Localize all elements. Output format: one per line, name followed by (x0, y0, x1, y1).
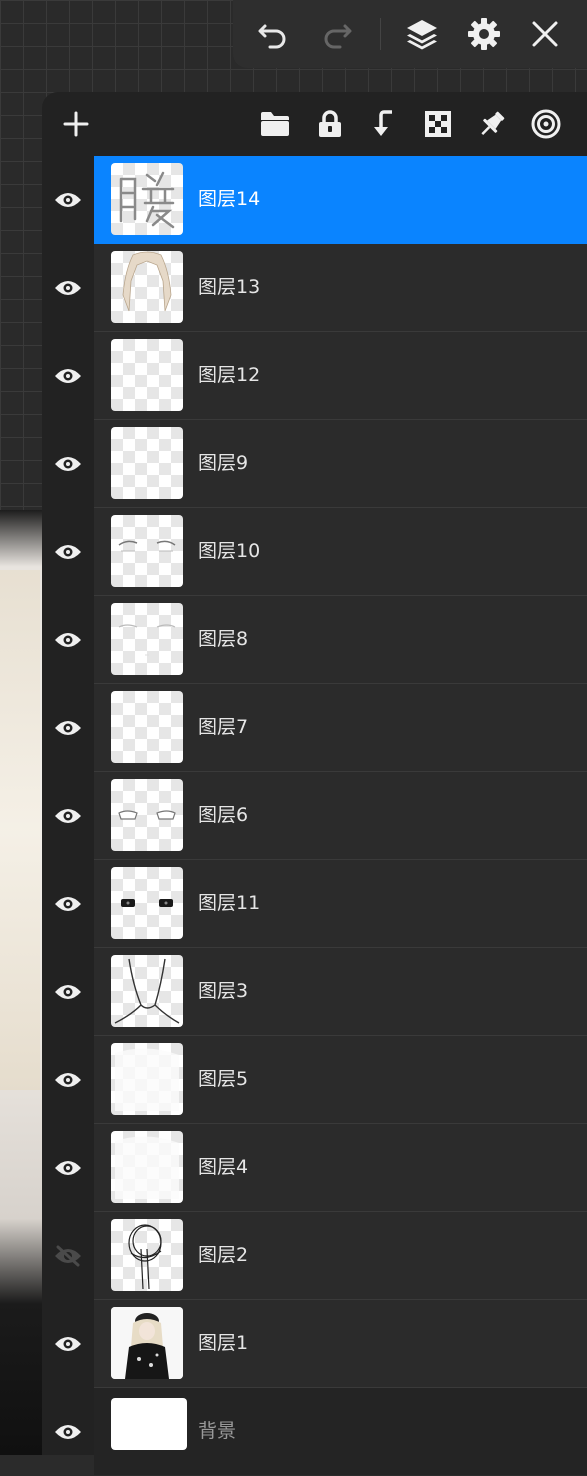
layer-row[interactable]: 图层6 (42, 772, 587, 860)
eye-icon[interactable] (42, 332, 93, 420)
layer-cell[interactable]: 图层5 (94, 1036, 587, 1124)
eye-icon[interactable] (42, 772, 93, 860)
eye-icon[interactable] (42, 1036, 93, 1124)
layer-cell[interactable]: 图层2 (94, 1212, 587, 1300)
eye-icon[interactable] (42, 684, 93, 772)
eye-icon[interactable] (42, 596, 93, 684)
layer-thumbnail (111, 163, 183, 235)
layer-cell[interactable]: 图层12 (94, 332, 587, 420)
layer-thumbnail (111, 1398, 187, 1450)
clip-arrow-icon[interactable] (366, 106, 402, 142)
layer-name: 图层9 (198, 452, 249, 474)
layer-cell[interactable]: 图层13 (94, 244, 587, 332)
layer-name: 背景 (198, 1420, 237, 1442)
eye-hidden-icon[interactable] (42, 1212, 93, 1300)
layer-cell[interactable]: 图层11 (94, 860, 587, 948)
plus-icon[interactable] (58, 106, 94, 142)
layers-panel: 图层14 图层13 图层12 图层9 图层10 图层8 图层7 图层6 图层11 图层3 图层5 图层… (42, 92, 587, 1475)
layer-name: 图层12 (198, 364, 261, 386)
layer-thumbnail (111, 1307, 183, 1379)
layer-cell[interactable]: 图层6 (94, 772, 587, 860)
layer-name: 图层3 (198, 980, 249, 1002)
layer-name: 图层5 (198, 1068, 249, 1090)
layer-row[interactable]: 图层5 (42, 1036, 587, 1124)
layer-row[interactable]: 图层3 (42, 948, 587, 1036)
layer-row[interactable]: 图层7 (42, 684, 587, 772)
layer-name: 图层1 (198, 1332, 249, 1354)
layer-row[interactable]: 图层8 (42, 596, 587, 684)
layer-cell[interactable]: 图层7 (94, 684, 587, 772)
eye-icon[interactable] (42, 508, 93, 596)
redo-icon[interactable] (319, 16, 355, 52)
layer-cell[interactable]: 图层1 (94, 1300, 587, 1388)
layer-thumbnail (111, 1043, 183, 1115)
pin-icon[interactable] (474, 106, 510, 142)
gear-icon[interactable] (466, 16, 502, 52)
undo-icon[interactable] (255, 16, 291, 52)
layer-thumbnail (111, 1131, 183, 1203)
layer-thumbnail (111, 339, 183, 411)
eye-icon[interactable] (42, 1124, 93, 1212)
close-icon[interactable] (527, 16, 563, 52)
layer-row[interactable]: 图层2 (42, 1212, 587, 1300)
lock-icon[interactable] (312, 106, 348, 142)
toolbar-divider (380, 18, 381, 50)
layer-name: 图层4 (198, 1156, 249, 1178)
layer-cell[interactable]: 图层4 (94, 1124, 587, 1212)
layer-cell[interactable]: 图层14 (94, 156, 587, 244)
eye-icon[interactable] (42, 156, 93, 244)
layer-thumbnail (111, 427, 183, 499)
layer-name: 图层14 (198, 188, 261, 210)
layer-cell[interactable]: 图层8 (94, 596, 587, 684)
layer-name: 图层2 (198, 1244, 249, 1266)
layer-row[interactable]: 图层11 (42, 860, 587, 948)
background-layer-row[interactable]: 背景 (42, 1388, 587, 1476)
layer-name: 图层10 (198, 540, 261, 562)
eye-icon[interactable] (42, 860, 93, 948)
layer-row[interactable]: 图层12 (42, 332, 587, 420)
layer-name: 图层13 (198, 276, 261, 298)
layer-name: 图层6 (198, 804, 249, 826)
layer-row[interactable]: 图层14 (42, 156, 587, 244)
layer-thumbnail (111, 867, 183, 939)
layer-row[interactable]: 图层4 (42, 1124, 587, 1212)
layer-name: 图层11 (198, 892, 261, 914)
target-icon[interactable] (528, 106, 564, 142)
layer-name: 图层7 (198, 716, 249, 738)
layer-cell[interactable]: 图层10 (94, 508, 587, 596)
checkerboard-icon[interactable] (420, 106, 456, 142)
eye-icon[interactable] (42, 1300, 93, 1388)
layer-thumbnail (111, 779, 183, 851)
layer-row[interactable]: 图层10 (42, 508, 587, 596)
layer-thumbnail (111, 515, 183, 587)
layers-icon[interactable] (404, 16, 440, 52)
layer-cell[interactable]: 图层9 (94, 420, 587, 508)
eye-icon[interactable] (42, 244, 93, 332)
layer-cell[interactable]: 图层3 (94, 948, 587, 1036)
layer-thumbnail (111, 955, 183, 1027)
folder-icon[interactable] (257, 106, 293, 142)
layer-row[interactable]: 图层1 (42, 1300, 587, 1388)
canvas-hair (0, 570, 40, 1090)
eye-icon[interactable] (42, 948, 93, 1036)
layer-thumbnail (111, 1219, 183, 1291)
layer-row[interactable]: 图层13 (42, 244, 587, 332)
top-toolbar (233, 0, 587, 68)
layer-name: 图层8 (198, 628, 249, 650)
eye-icon[interactable] (42, 420, 93, 508)
layer-thumbnail (111, 603, 183, 675)
eye-icon[interactable] (42, 1388, 93, 1476)
layer-thumbnail (111, 251, 183, 323)
layers-panel-toolbar (42, 92, 587, 156)
background-layer-cell[interactable]: 背景 (94, 1388, 587, 1475)
layer-row[interactable]: 图层9 (42, 420, 587, 508)
layer-thumbnail (111, 691, 183, 763)
